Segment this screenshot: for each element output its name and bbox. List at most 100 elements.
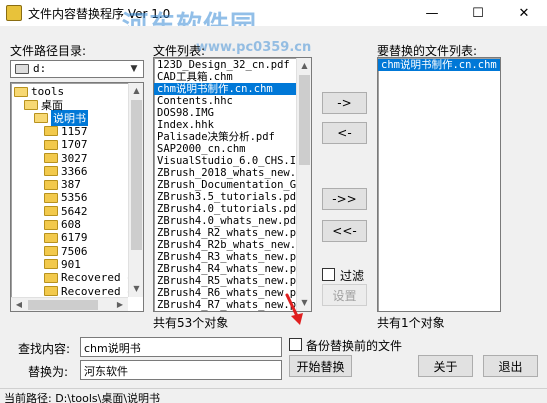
file-list-item[interactable]: Palisade决策分析.pdf — [154, 131, 296, 143]
chevron-down-icon[interactable]: ▼ — [127, 62, 141, 76]
tree-item[interactable]: Recovered da — [44, 285, 140, 298]
tree-item[interactable]: 1157 — [44, 125, 88, 138]
file-list-item[interactable]: ZBrush3.5_tutorials.pdf — [154, 191, 296, 203]
search-input[interactable]: chm说明书 — [80, 337, 282, 357]
file-list-item[interactable]: DOS98.IMG — [154, 107, 296, 119]
folder-open-icon — [14, 86, 28, 97]
add-all-button[interactable]: ->> — [322, 188, 367, 210]
folder-open-icon — [34, 113, 48, 124]
file-list-item[interactable]: ZBrush4_R5_whats_new.pdf — [154, 275, 296, 287]
current-path-text: 当前路径: D:\tools\桌面\说明书 — [4, 392, 161, 403]
folder-icon — [44, 139, 58, 150]
file-list-item[interactable]: SAP2000_cn.chm — [154, 143, 296, 155]
tree-item[interactable]: Recovered da — [44, 271, 140, 284]
folder-icon — [44, 179, 58, 190]
replace-input[interactable]: 河东软件 — [80, 360, 282, 380]
folder-icon — [44, 246, 58, 257]
tree-item-label: 3366 — [61, 164, 88, 178]
tree-item[interactable]: 1707 — [44, 138, 88, 151]
folder-icon — [44, 192, 58, 203]
replace-count-text: 共有1个对象 — [377, 316, 445, 330]
tree-item[interactable]: 说明书 — [34, 110, 88, 127]
file-list-item[interactable]: ZBrush4_R4_whats_new.pdf — [154, 263, 296, 275]
folder-icon — [44, 153, 58, 163]
tree-item-label: 608 — [61, 218, 81, 231]
file-list-item[interactable]: ZBrush4.0_tutorials.pdf — [154, 203, 296, 215]
tree-item[interactable]: 3366 — [44, 165, 88, 178]
drive-value: d: — [33, 62, 47, 75]
folder-icon — [44, 206, 58, 217]
tree-item-label: 3027 — [61, 151, 88, 165]
directory-tree[interactable]: Recovered da Recovered da 901 7506 6179 608 56… — [10, 82, 144, 312]
file-list-item[interactable]: ZBrush4_R2_whats_new.pdf — [154, 227, 296, 239]
scroll-right-icon[interactable]: ▶ — [112, 298, 128, 311]
red-arrow-annotation — [285, 293, 303, 325]
scroll-thumb[interactable] — [131, 100, 142, 250]
filter-settings-button[interactable]: 设置 — [322, 284, 367, 306]
file-list-scrollbar[interactable]: ▲ ▼ — [296, 58, 311, 311]
file-list-item[interactable]: ZBrush4_R2b_whats_new.pdf — [154, 239, 296, 251]
add-file-button[interactable]: -> — [322, 92, 367, 114]
folder-icon — [44, 272, 58, 283]
tree-item[interactable]: 6179 — [44, 231, 88, 244]
remove-all-button[interactable]: <<- — [322, 220, 367, 242]
file-list-item[interactable]: 123D_Design_32_cn.pdf — [154, 59, 296, 71]
scroll-up-icon[interactable]: ▲ — [129, 83, 143, 99]
tree-item-label: 5642 — [61, 204, 88, 218]
exit-button[interactable]: 退出 — [483, 355, 538, 377]
tree-horizontal-scrollbar[interactable]: ◀ ▶ — [11, 297, 128, 311]
filter-label: 过滤 — [340, 269, 365, 283]
tree-item-label: 901 — [61, 257, 81, 271]
replace-label: 替换为: — [28, 365, 69, 379]
scroll-down-icon[interactable]: ▼ — [129, 281, 143, 297]
tree-item[interactable]: 桌面 — [24, 98, 63, 112]
scroll-thumb[interactable] — [299, 75, 310, 165]
file-list-item[interactable]: Index.hhk — [154, 119, 296, 131]
backup-checkbox[interactable] — [289, 338, 302, 351]
file-list-item[interactable]: ZBrush4_R6_whats_new.pdf — [154, 287, 296, 299]
file-list-item[interactable]: ZBrush4.0_whats_new.pdf — [154, 215, 296, 227]
tree-item[interactable]: 5356 — [44, 191, 88, 204]
folder-icon — [44, 166, 58, 177]
tree-item-label: 6179 — [61, 231, 88, 245]
about-button[interactable]: 关于 — [418, 355, 473, 377]
file-list-item[interactable]: ZBrush4_R7_whats_new.pdf — [154, 299, 296, 311]
title-bar: 文件内容替换程序 Ver 1.0 河东软件园 — ☐ ✕ — [0, 0, 547, 41]
file-list-item[interactable]: ZBrush4_R3_whats_new.pdf — [154, 251, 296, 263]
tree-item[interactable]: 387 — [44, 178, 81, 191]
remove-file-button[interactable]: <- — [322, 122, 367, 144]
file-list[interactable]: 123D_Design_32_cn.pdf CAD工具箱.chm chm说明书制作.… — [153, 57, 312, 312]
tree-item[interactable]: 3027 — [44, 152, 88, 165]
file-list-item[interactable]: VisualStudio_6.0_CHS.ISO — [154, 155, 296, 167]
tree-item[interactable]: 901 — [44, 258, 81, 271]
replace-list-item[interactable]: chm说明书制作.cn.chm — [378, 59, 500, 71]
scroll-left-icon[interactable]: ◀ — [11, 298, 27, 311]
filter-checkbox[interactable] — [322, 268, 335, 281]
file-count-text: 共有53个对象 — [153, 316, 229, 330]
tree-item[interactable]: 7506 — [44, 245, 88, 258]
file-list-item[interactable]: ZBrush_Documentation_Gui — [154, 179, 296, 191]
tree-item[interactable]: tools — [14, 85, 64, 98]
maximize-button[interactable]: ☐ — [455, 0, 501, 26]
file-list-item[interactable]: Contents.hhc — [154, 95, 296, 107]
drive-icon — [15, 64, 29, 74]
replace-file-list[interactable]: chm说明书制作.cn.chm — [377, 57, 501, 312]
tree-item-label: 5356 — [61, 191, 88, 205]
tree-item[interactable]: 5642 — [44, 205, 88, 218]
close-button[interactable]: ✕ — [501, 0, 547, 26]
tree-item[interactable]: 608 — [44, 218, 81, 231]
start-replace-button[interactable]: 开始替换 — [289, 355, 352, 377]
drive-select[interactable]: d: ▼ — [10, 60, 144, 78]
watermark-url: www.pc0359.cn — [196, 40, 312, 55]
scroll-thumb[interactable] — [28, 300, 98, 310]
status-bar: 当前路径: D:\tools\桌面\说明书 — [0, 388, 547, 403]
tree-vertical-scrollbar[interactable]: ▲ ▼ — [128, 83, 143, 297]
file-list-item[interactable]: chm说明书制作.cn.chm — [154, 83, 296, 95]
file-list-item[interactable]: CAD工具箱.chm — [154, 71, 296, 83]
folder-icon — [44, 219, 58, 230]
file-list-item[interactable]: ZBrush_2018_whats_new.pdf — [154, 167, 296, 179]
minimize-button[interactable]: — — [409, 0, 455, 26]
tree-item-label: 7506 — [61, 244, 88, 258]
app-icon — [6, 5, 22, 21]
scroll-up-icon[interactable]: ▲ — [297, 58, 311, 74]
